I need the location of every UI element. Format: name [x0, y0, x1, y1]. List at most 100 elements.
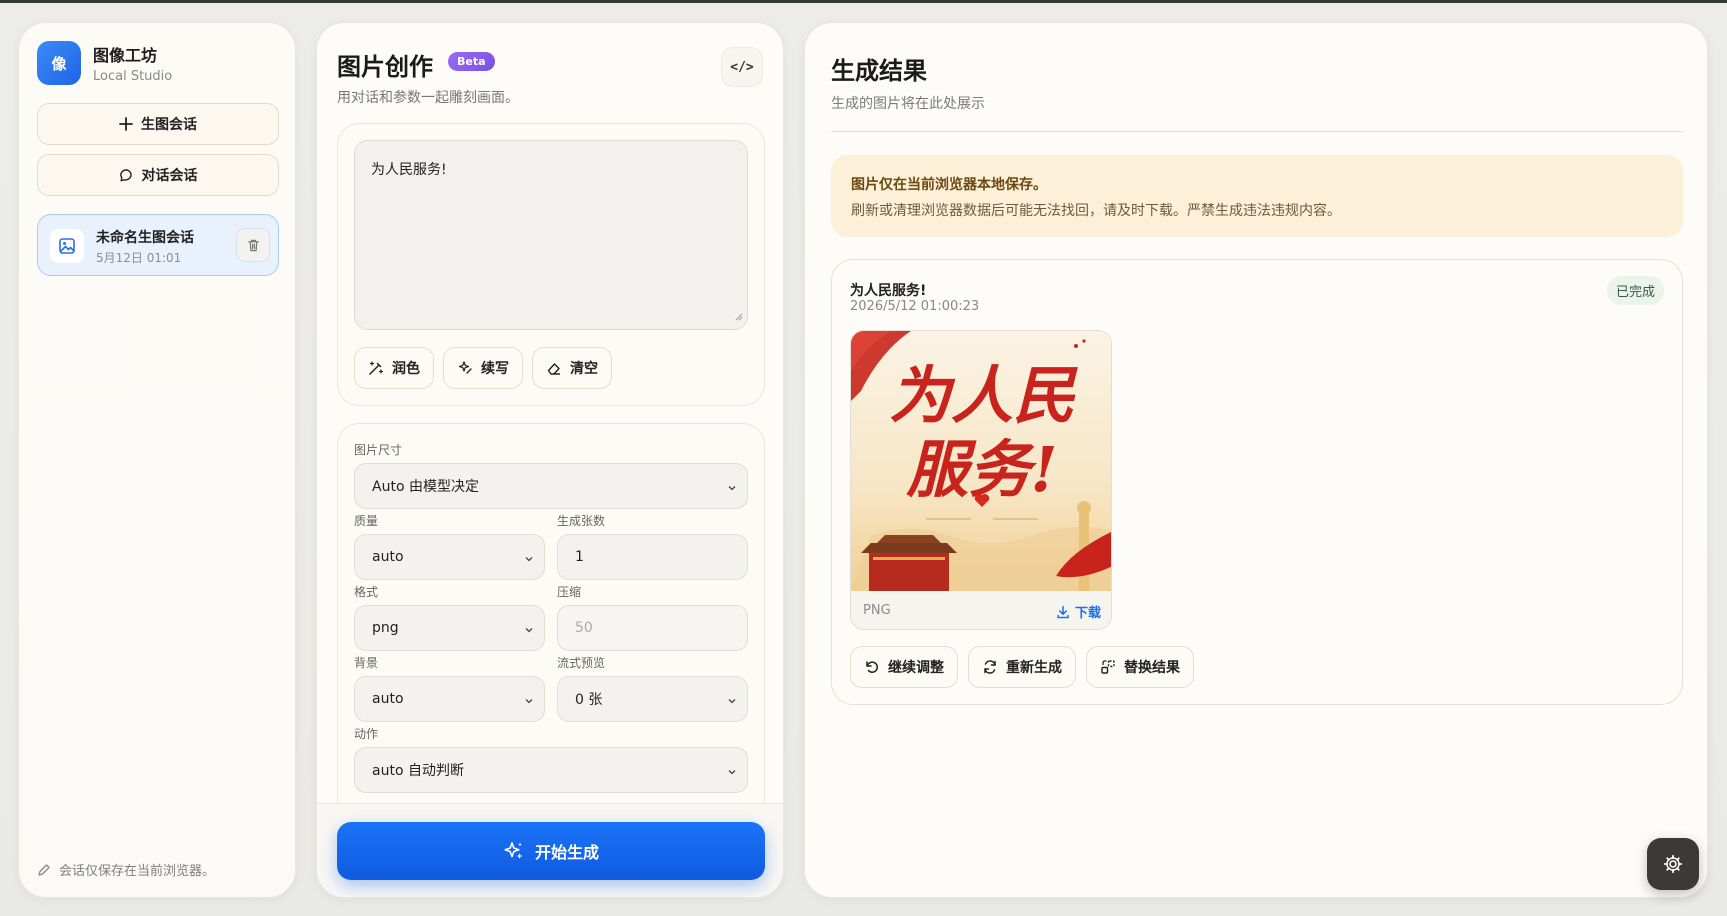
action-label: 动作 [354, 727, 379, 741]
creator-panel: 图片创作 Beta </> 用对话和参数一起雕刻画面。 为人民服务! 润色 续写 [316, 22, 784, 898]
pencil-icon [37, 863, 51, 877]
chevron-down-icon [524, 694, 534, 710]
replace-icon [1100, 659, 1116, 675]
background-value: auto [372, 691, 404, 707]
background-label: 背景 [354, 656, 379, 670]
prompt-text: 为人民服务! [371, 162, 447, 178]
format-label: 格式 [354, 585, 379, 599]
clear-label: 清空 [570, 361, 598, 377]
sparkle-pen-icon [457, 360, 473, 376]
format-select[interactable]: png [354, 605, 545, 651]
plus-icon [119, 117, 133, 131]
result-card: 为人民服务! 2026/5/12 01:00:23 已完成 为人民 服务! PN… [831, 259, 1683, 705]
brand-title: 图像工坊 [93, 46, 158, 65]
params-card: 图片尺寸 Auto 由模型决定 质量 生成张数 auto 1 格式 压缩 png… [337, 423, 765, 823]
new-image-session-label: 生图会话 [141, 117, 197, 133]
clear-button[interactable]: 清空 [532, 347, 612, 389]
divider [831, 131, 1683, 132]
replace-result-label: 替换结果 [1124, 660, 1180, 676]
magic-wand-icon [368, 360, 384, 376]
result-timestamp: 2026/5/12 01:00:23 [850, 299, 980, 314]
quality-label: 质量 [354, 514, 379, 528]
sidebar-footer: 会话仅保存在当前浏览器。 [37, 860, 215, 879]
page-subtitle: 用对话和参数一起雕刻画面。 [337, 90, 519, 106]
size-label: 图片尺寸 [354, 443, 403, 457]
undo-icon [864, 659, 880, 675]
sidebar: 像 图像工坊 Local Studio 生图会话 对话会话 未命名生图会话 5月… [18, 22, 296, 898]
poster-text-line1: 为人民 [889, 359, 1078, 432]
chevron-down-icon [727, 765, 737, 781]
gear-icon [1663, 854, 1683, 874]
status-badge: 已完成 [1606, 276, 1664, 305]
notice-text: 刷新或清理浏览器数据后可能无法找回，请及时下载。严禁生成违法违规内容。 [851, 203, 1341, 219]
continue-writing-button[interactable]: 续写 [443, 347, 523, 389]
action-select[interactable]: auto 自动判断 [354, 747, 748, 793]
regenerate-label: 重新生成 [1006, 660, 1062, 676]
beta-badge: Beta [448, 52, 495, 71]
trash-icon [246, 238, 261, 253]
brand: 像 图像工坊 Local Studio [37, 41, 172, 85]
generated-image[interactable]: 为人民 服务! [851, 331, 1111, 591]
continue-adjust-label: 继续调整 [888, 660, 944, 676]
notice-title: 图片仅在当前浏览器本地保存。 [851, 177, 1047, 193]
session-item[interactable]: 未命名生图会话 5月12日 01:01 [37, 214, 279, 276]
image-footer: PNG 下载 [851, 591, 1111, 629]
regenerate-button[interactable]: 重新生成 [968, 646, 1076, 688]
prompt-input[interactable]: 为人民服务! [354, 140, 748, 330]
stream-select[interactable]: 0 张 [557, 676, 748, 722]
compression-input[interactable]: 50 [557, 605, 748, 651]
image-icon [50, 229, 84, 263]
polish-label: 润色 [392, 361, 420, 377]
results-title: 生成结果 [831, 57, 927, 85]
new-chat-session-label: 对话会话 [141, 168, 198, 184]
action-value: auto 自动判断 [372, 763, 464, 779]
quality-select[interactable]: auto [354, 534, 545, 580]
chevron-down-icon [524, 623, 534, 639]
prompt-card: 为人民服务! 润色 续写 清空 [337, 123, 765, 406]
generated-image-card[interactable]: 为人民 服务! PNG 下载 [850, 330, 1112, 630]
eraser-icon [546, 360, 562, 376]
count-label: 生成张数 [557, 514, 606, 528]
results-subtitle: 生成的图片将在此处展示 [831, 96, 985, 112]
compression-value: 50 [575, 620, 593, 636]
continue-label: 续写 [481, 361, 509, 377]
size-select[interactable]: Auto 由模型决定 [354, 463, 748, 509]
background-select[interactable]: auto [354, 676, 545, 722]
brand-subtitle: Local Studio [93, 69, 173, 84]
generate-footer: 开始生成 [317, 803, 783, 897]
sparkles-icon [503, 840, 525, 862]
stream-value: 0 张 [575, 692, 603, 708]
results-panel: 生成结果 生成的图片将在此处展示 图片仅在当前浏览器本地保存。 刷新或清理浏览器… [804, 22, 1708, 898]
code-view-button[interactable]: </> [721, 47, 763, 87]
polish-button[interactable]: 润色 [354, 347, 434, 389]
refresh-icon [982, 659, 998, 675]
continue-adjust-button[interactable]: 继续调整 [850, 646, 958, 688]
generate-button[interactable]: 开始生成 [337, 822, 765, 880]
download-label: 下载 [1074, 606, 1101, 621]
footer-note: 会话仅保存在当前浏览器。 [59, 864, 216, 879]
delete-session-button[interactable] [236, 228, 270, 262]
stream-label: 流式预览 [557, 656, 606, 670]
chat-bubble-icon [119, 168, 134, 183]
page-title: 图片创作 [337, 53, 433, 81]
session-date: 5月12日 01:01 [96, 251, 182, 265]
chevron-down-icon [727, 694, 737, 710]
new-image-session-button[interactable]: 生图会话 [37, 103, 279, 145]
count-value: 1 [575, 549, 584, 565]
settings-button[interactable] [1647, 838, 1699, 890]
generate-label: 开始生成 [534, 843, 599, 862]
download-icon [1056, 605, 1070, 619]
chevron-down-icon [727, 481, 737, 497]
replace-result-button[interactable]: 替换结果 [1086, 646, 1194, 688]
result-prompt: 为人民服务! [850, 283, 927, 299]
count-input[interactable]: 1 [557, 534, 748, 580]
resize-handle-icon[interactable] [733, 309, 743, 325]
download-button[interactable]: 下载 [1056, 602, 1101, 621]
chevron-down-icon [524, 552, 534, 568]
compression-label: 压缩 [557, 585, 582, 599]
size-value: Auto 由模型决定 [372, 479, 479, 495]
session-title: 未命名生图会话 [96, 230, 194, 246]
image-format: PNG [863, 603, 891, 618]
format-value: png [372, 620, 399, 636]
new-chat-session-button[interactable]: 对话会话 [37, 154, 279, 196]
